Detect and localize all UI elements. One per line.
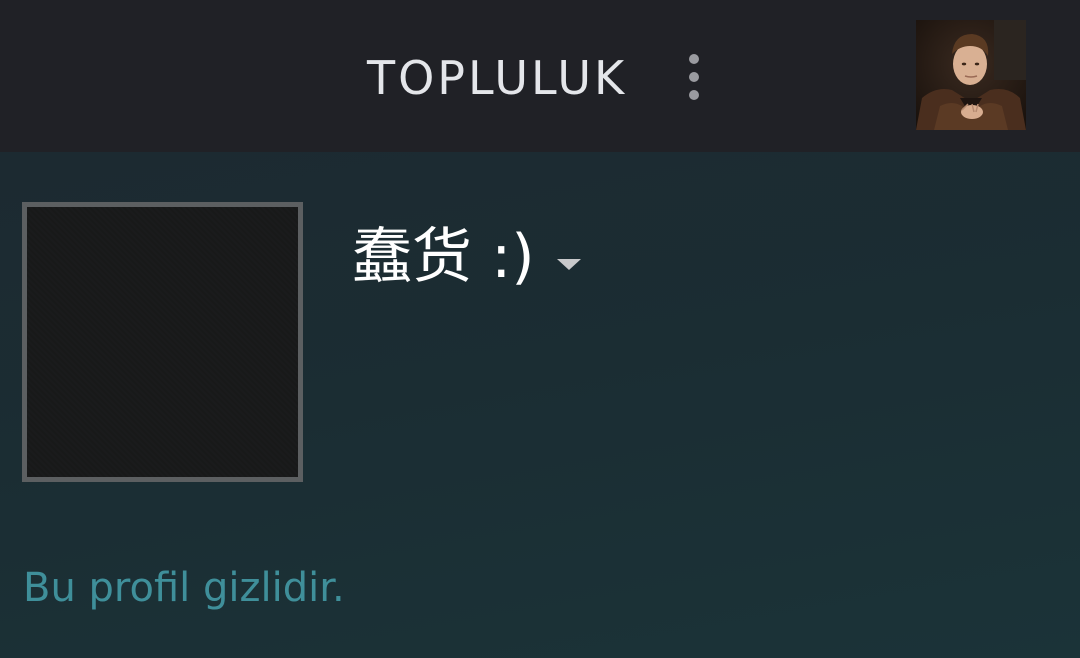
user-avatar[interactable] [916,20,1026,130]
menu-dot [689,90,699,100]
default-profile-avatar[interactable] [22,202,303,482]
avatar-placeholder [27,207,298,477]
caret-down-icon[interactable] [556,258,581,270]
menu-dot [689,72,699,82]
top-navigation-bar: TOPLULUK [0,0,1080,152]
more-vertical-icon[interactable] [676,50,712,104]
profile-content: 蠢货 :) Bu profil gizlidir. [0,152,1080,658]
page-title[interactable]: TOPLULUK [367,48,627,108]
menu-dot [689,54,699,64]
profile-name: 蠢货 :) [352,222,535,292]
profile-name-dropdown[interactable]: 蠢货 :) [352,222,581,292]
private-profile-message: Bu profil gizlidir. [23,565,345,611]
user-avatar-photo [916,20,1026,130]
